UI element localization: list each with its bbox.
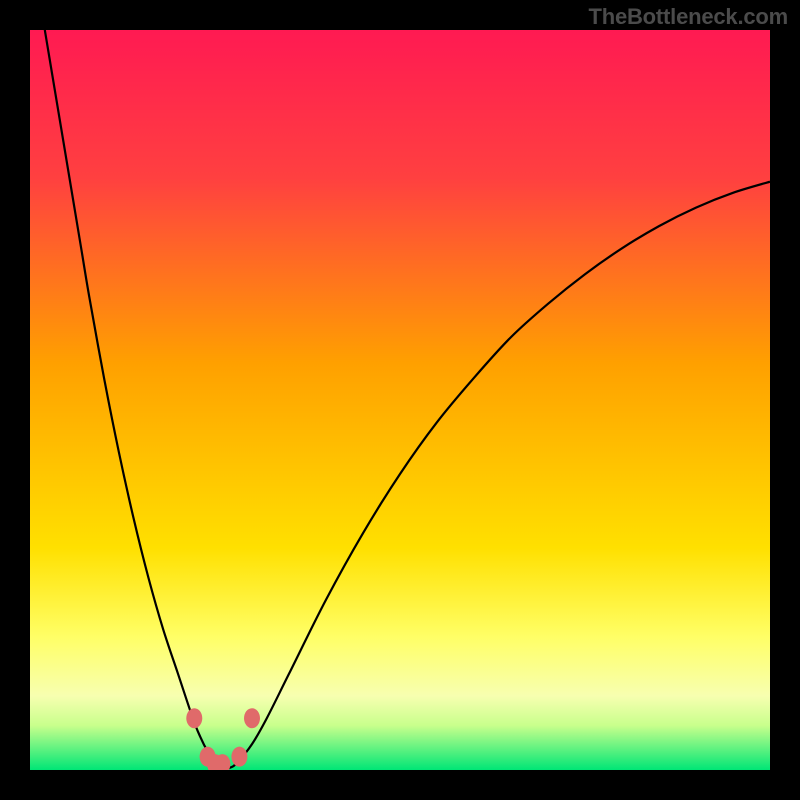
curve-marker: [231, 747, 247, 767]
chart-frame: [30, 30, 770, 770]
curve-marker: [186, 708, 202, 728]
bottleneck-chart: [30, 30, 770, 770]
gradient-background: [30, 30, 770, 770]
watermark-text: TheBottleneck.com: [588, 4, 788, 30]
curve-marker: [244, 708, 260, 728]
